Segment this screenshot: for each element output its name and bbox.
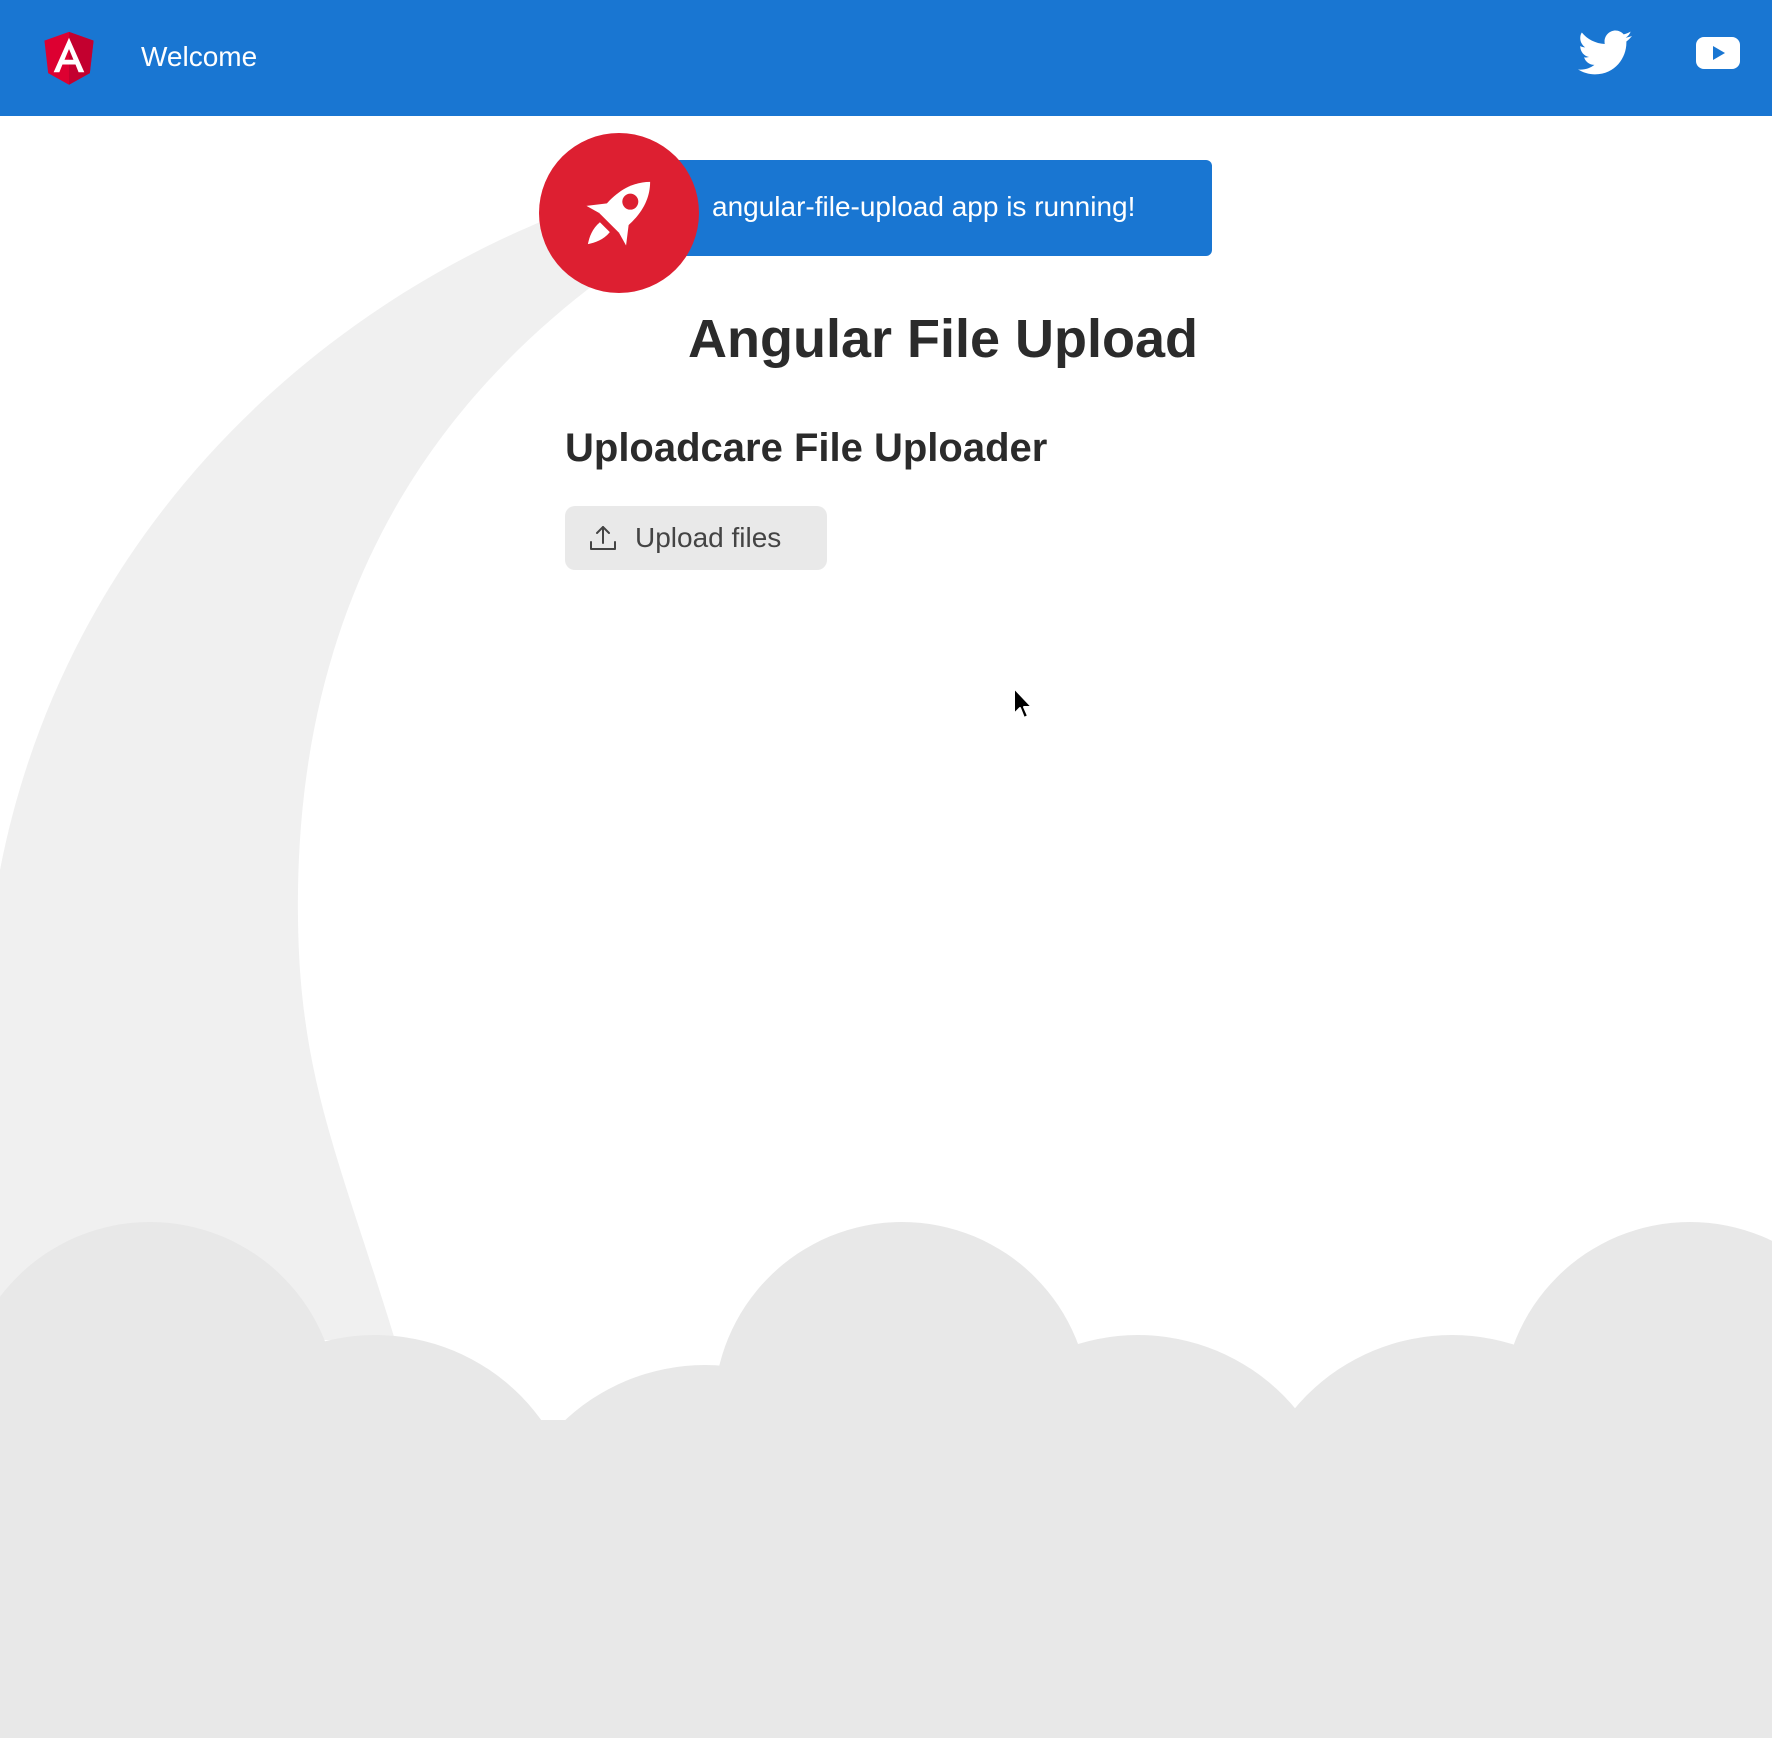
rocket-trail: [0, 220, 600, 1340]
status-card: angular-file-upload app is running!: [620, 160, 1212, 256]
youtube-icon[interactable]: [1696, 36, 1740, 70]
upload-files-button[interactable]: Upload files: [565, 506, 827, 570]
app-page: Welcome angular-file-upload app is runni…: [0, 0, 1772, 1738]
twitter-icon[interactable]: [1578, 30, 1632, 76]
page-title: Angular File Upload: [0, 308, 1772, 370]
page-title-text: Angular File Upload: [687, 309, 1199, 369]
rocket-icon: [539, 133, 699, 293]
angular-logo-icon: [44, 31, 94, 85]
clouds: [0, 1222, 1772, 1738]
uploader-heading: Uploadcare File Uploader: [565, 426, 1048, 470]
toolbar-title: Welcome: [141, 41, 258, 72]
mouse-cursor-icon: [1013, 687, 1033, 719]
status-card-text: angular-file-upload app is running!: [712, 191, 1136, 222]
upload-files-label: Upload files: [635, 522, 782, 553]
toolbar: Welcome: [0, 0, 1772, 116]
upload-icon: [590, 526, 616, 550]
background-decoration: [0, 220, 1772, 1738]
